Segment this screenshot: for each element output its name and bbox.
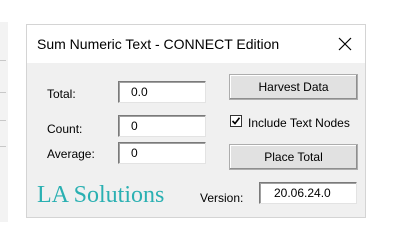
sum-numeric-text-dialog: Sum Numeric Text - CONNECT Edition Total… xyxy=(26,24,366,218)
total-field[interactable]: 0.0 xyxy=(118,81,206,103)
window-title: Sum Numeric Text - CONNECT Edition xyxy=(37,36,280,52)
count-field[interactable]: 0 xyxy=(118,115,206,137)
total-label: Total: xyxy=(47,87,76,101)
harvest-data-button[interactable]: Harvest Data xyxy=(229,74,358,100)
include-text-nodes-checkbox[interactable] xyxy=(230,115,242,127)
la-solutions-logo: LA Solutions xyxy=(37,182,165,208)
edge-tick xyxy=(0,60,6,61)
include-text-nodes-label[interactable]: Include Text Nodes xyxy=(248,116,350,130)
edge-tick xyxy=(0,146,6,147)
close-button[interactable] xyxy=(325,25,365,63)
title-bar: Sum Numeric Text - CONNECT Edition xyxy=(27,25,365,63)
edge-tick xyxy=(0,120,6,121)
background-window-edge xyxy=(0,22,8,222)
average-label: Average: xyxy=(47,147,95,161)
close-icon xyxy=(338,37,352,51)
edge-tick xyxy=(0,92,6,93)
version-field: 20.06.24.0 xyxy=(259,182,357,204)
average-field[interactable]: 0 xyxy=(118,142,206,164)
count-label: Count: xyxy=(47,122,83,136)
place-total-button[interactable]: Place Total xyxy=(229,144,358,170)
check-icon xyxy=(231,117,241,125)
version-label: Version: xyxy=(200,191,244,205)
